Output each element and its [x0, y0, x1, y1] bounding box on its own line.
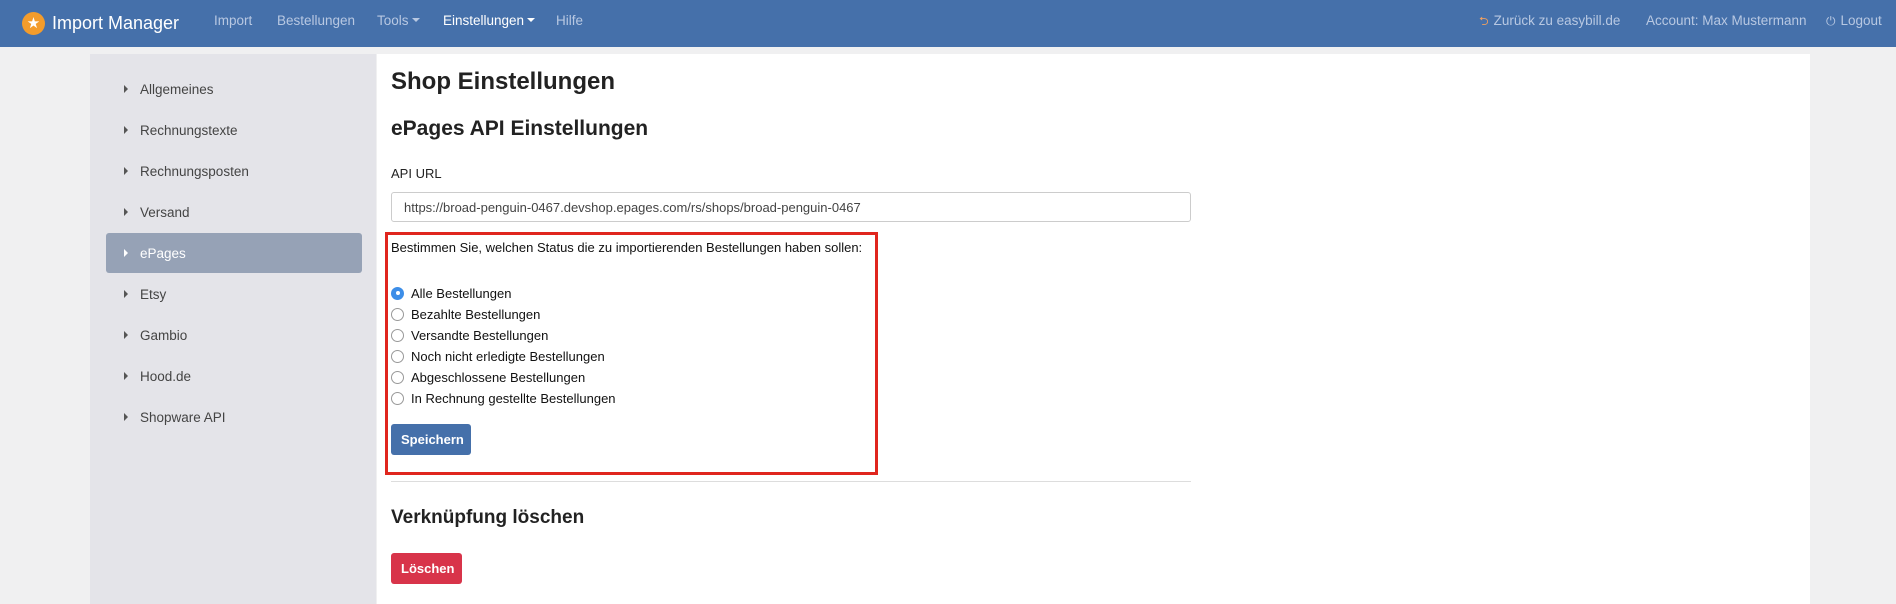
chevron-down-icon — [411, 18, 420, 23]
account-link[interactable]: Account: Max Mustermann — [1646, 0, 1807, 47]
api-url-input[interactable] — [391, 192, 1191, 222]
radio-label: Abgeschlossene Bestellungen — [411, 369, 586, 385]
sidebar-item-label: Gambio — [140, 327, 188, 343]
sidebar-item-shopware-api[interactable]: Shopware API — [106, 397, 362, 437]
settings-sidebar: Allgemeines Rechnungstexte Rechnungspost… — [90, 54, 376, 604]
top-navbar: ★ Import Manager Import Bestellungen Too… — [0, 0, 1896, 47]
radio-button[interactable] — [391, 328, 404, 342]
radio-button[interactable] — [391, 307, 404, 321]
radio-option-alle[interactable]: Alle Bestellungen — [391, 284, 511, 302]
caret-right-icon — [124, 249, 128, 257]
page-title: Shop Einstellungen — [391, 68, 616, 95]
nav-einstellungen-label: Einstellungen — [443, 13, 525, 28]
logout-label: Logout — [1840, 13, 1882, 28]
sidebar-item-epages[interactable]: ePages — [106, 233, 362, 273]
power-icon: ⏻ — [1826, 14, 1836, 28]
back-link-label: Zurück zu easybill.de — [1493, 13, 1621, 28]
radio-label: In Rechnung gestellte Bestellungen — [411, 390, 616, 406]
back-link[interactable]: ⮌ Zurück zu easybill.de — [1479, 0, 1620, 47]
sidebar-item-hood[interactable]: Hood.de — [106, 356, 362, 396]
radio-label: Alle Bestellungen — [411, 285, 512, 301]
brand[interactable]: ★ Import Manager — [22, 12, 179, 35]
radio-button[interactable] — [391, 286, 404, 300]
radio-option-in-rechnung[interactable]: In Rechnung gestellte Bestellungen — [391, 389, 616, 407]
caret-right-icon — [124, 167, 128, 175]
nav-einstellungen[interactable]: Einstellungen — [443, 0, 536, 47]
nav-tools[interactable]: Tools — [377, 0, 420, 47]
radio-option-abgeschlossene[interactable]: Abgeschlossene Bestellungen — [391, 368, 585, 386]
sidebar-item-label: ePages — [140, 245, 186, 261]
logout-link[interactable]: ⏻ Logout — [1826, 0, 1882, 47]
sidebar-item-gambio[interactable]: Gambio — [106, 315, 362, 355]
sidebar-item-label: Rechnungsposten — [140, 163, 249, 179]
caret-right-icon — [124, 331, 128, 339]
radio-option-nicht-erledigte[interactable]: Noch nicht erledigte Bestellungen — [391, 347, 605, 365]
radio-label: Bezahlte Bestellungen — [411, 306, 541, 322]
radio-label: Versandte Bestellungen — [411, 327, 549, 343]
caret-right-icon — [124, 372, 128, 380]
radio-button[interactable] — [391, 391, 404, 405]
caret-right-icon — [124, 208, 128, 216]
caret-right-icon — [124, 85, 128, 93]
star-icon: ★ — [22, 12, 45, 35]
caret-right-icon — [124, 413, 128, 421]
caret-right-icon — [124, 126, 128, 134]
radio-button[interactable] — [391, 370, 404, 384]
sidebar-item-versand[interactable]: Versand — [106, 192, 362, 232]
nav-import[interactable]: Import — [214, 0, 252, 47]
sidebar-item-label: Hood.de — [140, 368, 192, 384]
radio-option-versandte[interactable]: Versandte Bestellungen — [391, 326, 548, 344]
brand-name: Import Manager — [52, 13, 180, 33]
back-arrow-icon: ⮌ — [1479, 14, 1489, 28]
status-question: Bestimmen Sie, welchen Status die zu imp… — [391, 240, 863, 255]
sidebar-item-rechnungsposten[interactable]: Rechnungsposten — [106, 151, 362, 191]
save-button[interactable]: Speichern — [391, 424, 471, 455]
radio-option-bezahlte[interactable]: Bezahlte Bestellungen — [391, 305, 540, 323]
sidebar-item-etsy[interactable]: Etsy — [106, 274, 362, 314]
sidebar-item-label: Rechnungstexte — [140, 122, 238, 138]
nav-bestellungen[interactable]: Bestellungen — [277, 0, 355, 47]
caret-right-icon — [124, 290, 128, 298]
radio-button[interactable] — [391, 349, 404, 363]
sidebar-item-label: Shopware API — [140, 409, 226, 425]
delete-section-title: Verknüpfung löschen — [391, 507, 585, 528]
sidebar-item-rechnungstexte[interactable]: Rechnungstexte — [106, 110, 362, 150]
radio-label: Noch nicht erledigte Bestellungen — [411, 348, 605, 364]
divider — [391, 481, 1191, 482]
sidebar-item-label: Allgemeines — [140, 81, 214, 97]
api-url-label: API URL — [391, 166, 442, 181]
section-title-epages: ePages API Einstellungen — [391, 117, 649, 140]
nav-hilfe[interactable]: Hilfe — [556, 0, 583, 47]
main-content: Shop Einstellungen ePages API Einstellun… — [377, 54, 1810, 604]
sidebar-item-allgemeines[interactable]: Allgemeines — [106, 69, 362, 109]
sidebar-item-label: Etsy — [140, 286, 167, 302]
delete-button[interactable]: Löschen — [391, 553, 462, 584]
nav-tools-label: Tools — [377, 13, 409, 28]
sidebar-item-label: Versand — [140, 204, 190, 220]
chevron-down-icon — [527, 18, 536, 23]
